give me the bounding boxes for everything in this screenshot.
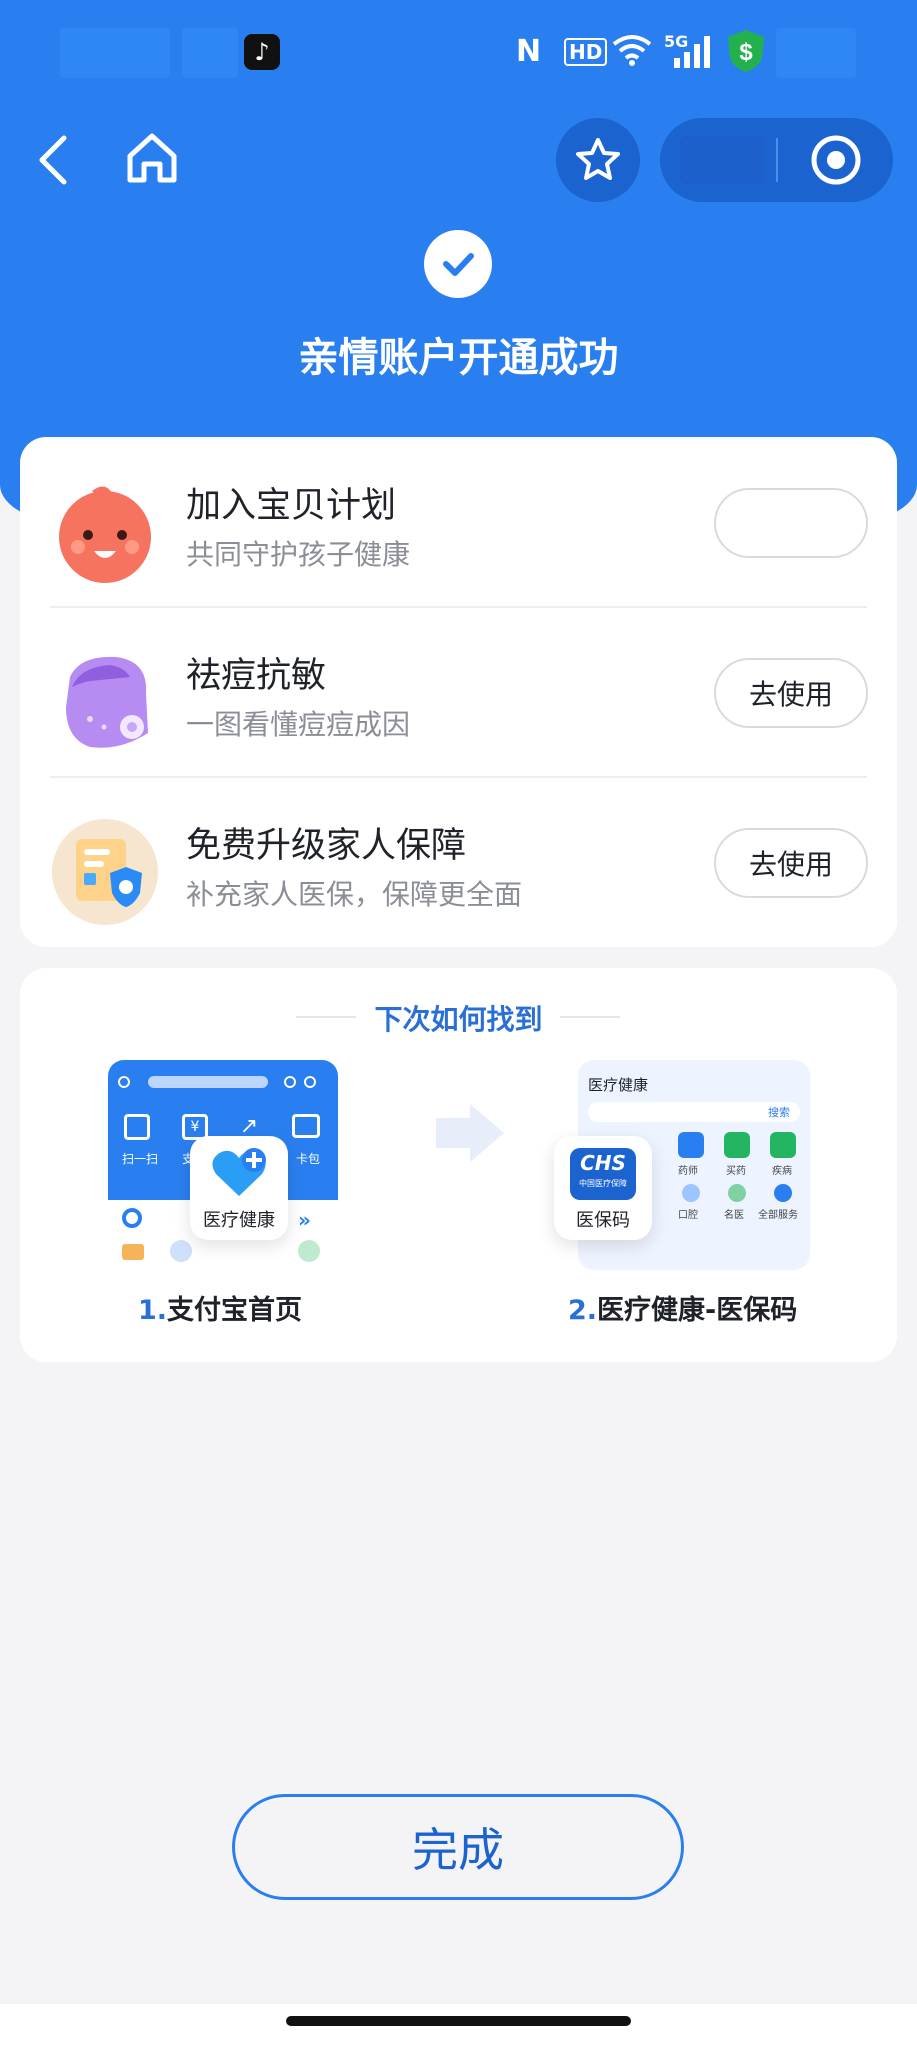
- success-check-icon: [424, 230, 492, 298]
- title-line-right: [560, 1016, 620, 1018]
- service-desc: 一图看懂痘痘成因: [186, 708, 411, 741]
- baby-face-icon: [59, 486, 151, 583]
- mockup-icon: [770, 1132, 796, 1158]
- service-name: 祛痘抗敏: [186, 656, 327, 696]
- service-row-family-insurance[interactable]: 免费升级家人保障 补充家人医保，保障更全面 去使用: [20, 777, 897, 947]
- mockup-title: 医疗健康: [588, 1076, 649, 1094]
- step-2-label: 2.医疗健康-医保码: [568, 1295, 798, 1326]
- mockup-label: 药师: [678, 1166, 698, 1177]
- svg-text:$: $: [739, 39, 753, 66]
- mockup-icon: [724, 1132, 750, 1158]
- done-button[interactable]: 完成: [232, 1794, 684, 1900]
- step-1-label: 1.支付宝首页: [138, 1295, 303, 1326]
- home-indicator[interactable]: [286, 2016, 631, 2026]
- chip-label: 医疗健康: [203, 1210, 275, 1231]
- medical-insurance-code-app-chip: CHS 中国医疗保障 医保码: [554, 1136, 652, 1240]
- mockup-icon: [774, 1184, 792, 1202]
- redacted-more-button[interactable]: [680, 136, 764, 184]
- mockup-icon: [298, 1240, 320, 1262]
- nfc-icon: N: [516, 34, 542, 69]
- mockup-icon: [122, 1244, 144, 1260]
- mockup-label: 口腔: [678, 1210, 698, 1221]
- how-to-find-card: 下次如何找到 ¥ ↗ 扫一扫 支付 卡包 »: [20, 968, 897, 1362]
- mockup-icon: [728, 1184, 746, 1202]
- mockup-icon: [122, 1208, 142, 1228]
- service-action-button[interactable]: [714, 488, 868, 558]
- service-desc: 补充家人医保，保障更全面: [186, 878, 523, 911]
- chip-label: 医保码: [576, 1210, 630, 1231]
- mockup-dot: [284, 1076, 296, 1088]
- services-card: 加入宝贝计划 共同守护孩子健康 祛痘抗敏 一图看懂痘痘成因 去使用 免费升级家人…: [20, 437, 897, 947]
- page-title: 亲情账户开通成功: [298, 335, 619, 381]
- service-row-baby-plan[interactable]: 加入宝贝计划 共同守护孩子健康: [20, 437, 897, 607]
- back-icon[interactable]: [30, 130, 80, 190]
- mini-program-capsule: [660, 118, 893, 202]
- mockup-icon: [678, 1132, 704, 1158]
- mockup-search: 搜索: [588, 1102, 800, 1122]
- capsule-divider: [776, 138, 778, 182]
- favorite-button[interactable]: [556, 118, 640, 202]
- mockup-icon: [682, 1184, 700, 1202]
- mockup-dot: [304, 1076, 316, 1088]
- acne-face-icon: [66, 656, 148, 748]
- service-action-button[interactable]: 去使用: [714, 828, 868, 898]
- mockup-icon: [170, 1240, 192, 1262]
- redacted-time: [60, 28, 170, 78]
- find-title: 下次如何找到: [374, 1003, 543, 1036]
- scan-icon: [124, 1114, 150, 1140]
- service-row-acne[interactable]: 祛痘抗敏 一图看懂痘痘成因 去使用: [20, 607, 897, 777]
- heart-plus-icon: [212, 1148, 266, 1196]
- mockup-label: 扫一扫: [122, 1152, 159, 1166]
- mockup-icon: »: [298, 1208, 311, 1232]
- mockup-label: 全部服务: [758, 1210, 798, 1221]
- service-action-button[interactable]: 去使用: [714, 658, 868, 728]
- wifi-icon: [612, 35, 652, 66]
- chs-logo-icon: CHS 中国医疗保障: [570, 1148, 636, 1200]
- redacted-battery: [776, 28, 856, 78]
- status-bar: ♪ N HD 5G $: [0, 0, 917, 100]
- home-indicator-area: [0, 2004, 917, 2048]
- service-name: 免费升级家人保障: [186, 826, 467, 866]
- tiktok-icon: ♪: [244, 34, 280, 70]
- insurance-document-icon: [52, 819, 158, 925]
- mockup-dot: [118, 1076, 130, 1088]
- mockup-search: [148, 1076, 268, 1088]
- hd-icon: HD: [564, 38, 608, 66]
- mockup-label: 名医: [724, 1210, 744, 1221]
- home-icon[interactable]: [124, 130, 180, 186]
- mockup-label: 买药: [726, 1166, 746, 1177]
- arrow-right-icon: [436, 1104, 504, 1162]
- service-name: 加入宝贝计划: [186, 486, 397, 526]
- mockup-label: 卡包: [296, 1152, 321, 1166]
- mockup-label: 疾病: [772, 1166, 792, 1177]
- redacted-status: [182, 28, 238, 78]
- signal-icon: [674, 36, 710, 68]
- close-target-icon[interactable]: [810, 134, 862, 186]
- service-desc: 共同守护孩子健康: [186, 538, 411, 571]
- wallet-icon: [292, 1114, 320, 1138]
- shield-dollar-icon: $: [728, 30, 764, 72]
- star-icon: [576, 138, 620, 180]
- medical-health-app-chip: 医疗健康: [190, 1136, 288, 1240]
